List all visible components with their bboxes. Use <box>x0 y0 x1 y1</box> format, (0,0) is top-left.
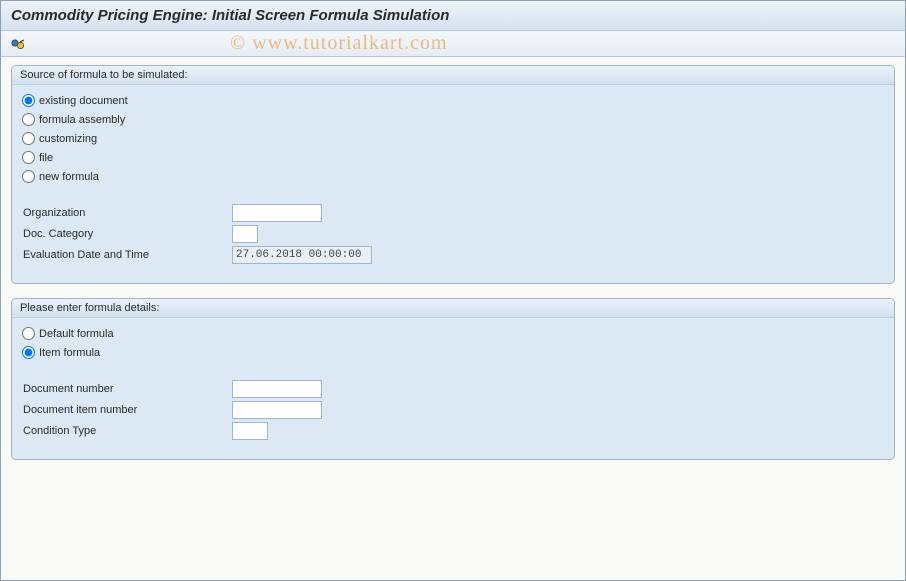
radio-customizing[interactable]: customizing <box>22 129 884 148</box>
radio-item-label: Item formula <box>39 347 100 359</box>
radio-formula-assembly[interactable]: formula assembly <box>22 110 884 129</box>
field-cond-row: Condition Type <box>22 420 884 441</box>
radio-assembly-input[interactable] <box>22 113 35 126</box>
radio-new-formula[interactable]: new formula <box>22 167 884 186</box>
toolbar <box>1 31 905 57</box>
radio-file[interactable]: file <box>22 148 884 167</box>
title-bar: Commodity Pricing Engine: Initial Screen… <box>1 1 905 31</box>
radio-default-label: Default formula <box>39 328 114 340</box>
radio-file-input[interactable] <box>22 151 35 164</box>
itemnum-label: Document item number <box>22 404 232 416</box>
eval-label: Evaluation Date and Time <box>22 249 232 261</box>
radio-default-formula[interactable]: Default formula <box>22 324 884 343</box>
radio-existing-document[interactable]: existing document <box>22 91 884 110</box>
doccat-input[interactable] <box>232 225 258 243</box>
radio-default-input[interactable] <box>22 327 35 340</box>
radio-existing-input[interactable] <box>22 94 35 107</box>
radio-newformula-label: new formula <box>39 171 99 183</box>
field-itemnum-row: Document item number <box>22 399 884 420</box>
radio-existing-label: existing document <box>39 95 128 107</box>
group-formula-details: Please enter formula details: Default fo… <box>11 298 895 460</box>
organization-label: Organization <box>22 207 232 219</box>
itemnum-input[interactable] <box>232 401 322 419</box>
field-doccat-row: Doc. Category <box>22 223 884 244</box>
eval-input <box>232 246 372 264</box>
radio-customizing-label: customizing <box>39 133 97 145</box>
page-title: Commodity Pricing Engine: Initial Screen… <box>11 7 449 24</box>
field-eval-row: Evaluation Date and Time <box>22 244 884 265</box>
cond-input[interactable] <box>232 422 268 440</box>
organization-input[interactable] <box>232 204 322 222</box>
doccat-label: Doc. Category <box>22 228 232 240</box>
field-organization-row: Organization <box>22 202 884 223</box>
group-details-title: Please enter formula details: <box>12 299 894 318</box>
docnum-input[interactable] <box>232 380 322 398</box>
radio-item-formula[interactable]: Item formula <box>22 343 884 362</box>
docnum-label: Document number <box>22 383 232 395</box>
group-source-title: Source of formula to be simulated: <box>12 66 894 85</box>
radio-item-input[interactable] <box>22 346 35 359</box>
radio-newformula-input[interactable] <box>22 170 35 183</box>
radio-file-label: file <box>39 152 53 164</box>
radio-assembly-label: formula assembly <box>39 114 125 126</box>
execute-icon[interactable] <box>9 35 27 53</box>
cond-label: Condition Type <box>22 425 232 437</box>
group-source-formula: Source of formula to be simulated: exist… <box>11 65 895 284</box>
field-docnum-row: Document number <box>22 378 884 399</box>
content-area: Source of formula to be simulated: exist… <box>1 57 905 482</box>
radio-customizing-input[interactable] <box>22 132 35 145</box>
